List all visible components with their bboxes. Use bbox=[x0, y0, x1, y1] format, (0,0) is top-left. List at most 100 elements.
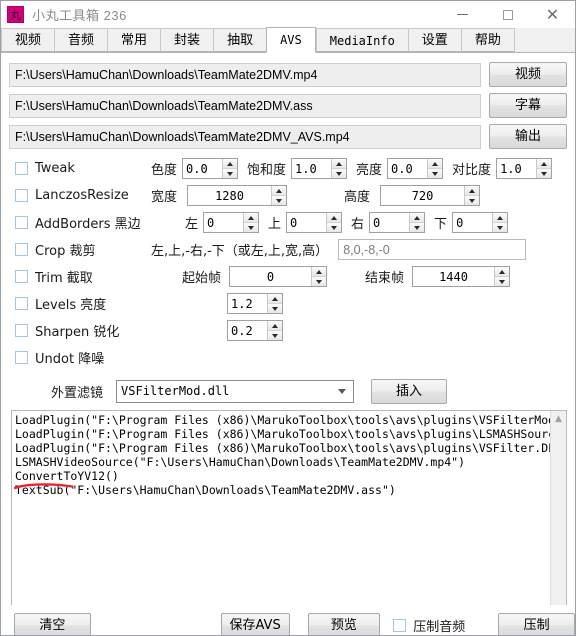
sharpen-spin-buttons[interactable] bbox=[267, 321, 282, 340]
hue-value[interactable]: 0.0 bbox=[183, 159, 223, 178]
brightness-spin-buttons[interactable] bbox=[427, 159, 443, 178]
border-right-spin-buttons[interactable] bbox=[409, 213, 425, 232]
border-bottom-spin-up[interactable] bbox=[493, 213, 508, 223]
brightness-value[interactable]: 0.0 bbox=[388, 159, 428, 178]
tab-extract[interactable]: 抽取 bbox=[213, 28, 267, 52]
border-top-value[interactable]: 0 bbox=[287, 213, 327, 232]
start-frame-spin-buttons[interactable] bbox=[311, 267, 327, 286]
border-right-spin-up[interactable] bbox=[410, 213, 425, 223]
insert-filter-button[interactable]: 插入 bbox=[371, 378, 448, 404]
encode-button[interactable]: 压制 bbox=[498, 612, 575, 635]
external-filter-select[interactable]: VSFilterMod.dll bbox=[116, 379, 355, 403]
border-left-spin-down[interactable] bbox=[244, 223, 259, 232]
crop-checkbox[interactable] bbox=[15, 243, 28, 256]
border-right-value[interactable]: 0 bbox=[370, 213, 410, 232]
width-stepper[interactable]: 1280 bbox=[187, 185, 288, 206]
contrast-spin-up[interactable] bbox=[537, 159, 552, 169]
end-frame-value[interactable]: 1440 bbox=[413, 267, 495, 286]
output-path-input[interactable]: F:\Users\HamuChan\Downloads\TeamMate2DMV… bbox=[9, 124, 481, 149]
contrast-stepper[interactable]: 1.0 bbox=[496, 158, 553, 179]
contrast-spin-buttons[interactable] bbox=[536, 159, 552, 178]
subtitle-path-input[interactable]: F:\Users\HamuChan\Downloads\TeamMate2DMV… bbox=[9, 93, 481, 118]
tab-help[interactable]: 帮助 bbox=[460, 28, 515, 52]
border-left-spin-up[interactable] bbox=[244, 213, 259, 223]
scroll-up-icon[interactable]: ▲ bbox=[551, 411, 566, 427]
levels-spin-down[interactable] bbox=[268, 304, 282, 313]
width-spin-buttons[interactable] bbox=[271, 186, 287, 205]
video-path-input[interactable]: F:\Users\HamuChan\Downloads\TeamMate2DMV… bbox=[9, 62, 481, 87]
height-spin-down[interactable] bbox=[465, 196, 480, 205]
border-top-stepper[interactable]: 0 bbox=[286, 212, 343, 233]
border-bottom-value[interactable]: 0 bbox=[453, 213, 493, 232]
height-spin-buttons[interactable] bbox=[464, 186, 480, 205]
hue-spin-down[interactable] bbox=[223, 169, 238, 178]
start-frame-value[interactable]: 0 bbox=[230, 267, 312, 286]
saturation-spin-down[interactable] bbox=[332, 169, 347, 178]
tab-mux[interactable]: 封装 bbox=[160, 28, 214, 52]
hue-spin-buttons[interactable] bbox=[222, 159, 238, 178]
hue-stepper[interactable]: 0.0 bbox=[182, 158, 239, 179]
crop-input[interactable]: 8,0,-8,-0 bbox=[338, 239, 527, 260]
saturation-value[interactable]: 1.0 bbox=[292, 159, 332, 178]
tweak-checkbox[interactable] bbox=[15, 162, 28, 175]
contrast-value[interactable]: 1.0 bbox=[497, 159, 537, 178]
border-bottom-spin-down[interactable] bbox=[493, 223, 508, 232]
browse-video-button[interactable]: 视频 bbox=[489, 62, 567, 87]
brightness-stepper[interactable]: 0.0 bbox=[387, 158, 444, 179]
border-left-stepper[interactable]: 0 bbox=[203, 212, 260, 233]
end-frame-spin-up[interactable] bbox=[495, 267, 510, 277]
addborders-checkbox[interactable] bbox=[15, 216, 28, 229]
width-spin-down[interactable] bbox=[272, 196, 287, 205]
tab-avs[interactable]: AVS bbox=[266, 27, 316, 53]
height-spin-up[interactable] bbox=[465, 186, 480, 196]
border-bottom-spin-buttons[interactable] bbox=[492, 213, 508, 232]
encode-audio-row[interactable]: 压制音频 bbox=[393, 616, 465, 635]
start-frame-stepper[interactable]: 0 bbox=[229, 266, 328, 287]
avs-script-text[interactable]: LoadPlugin("F:\Program Files (x86)\Maruk… bbox=[12, 411, 550, 621]
border-top-spin-buttons[interactable] bbox=[326, 213, 342, 232]
brightness-spin-down[interactable] bbox=[428, 169, 443, 178]
sharpen-stepper[interactable]: 0.2 bbox=[227, 320, 283, 341]
height-value[interactable]: 720 bbox=[381, 186, 465, 205]
end-frame-stepper[interactable]: 1440 bbox=[412, 266, 511, 287]
width-value[interactable]: 1280 bbox=[188, 186, 272, 205]
border-left-value[interactable]: 0 bbox=[204, 213, 244, 232]
save-avs-button[interactable]: 保存AVS bbox=[220, 612, 290, 635]
levels-checkbox[interactable] bbox=[15, 297, 28, 310]
tab-video[interactable]: 视频 bbox=[1, 28, 55, 52]
width-spin-up[interactable] bbox=[272, 186, 287, 196]
hue-spin-up[interactable] bbox=[223, 159, 238, 169]
border-top-spin-up[interactable] bbox=[327, 213, 342, 223]
saturation-spin-buttons[interactable] bbox=[331, 159, 347, 178]
browse-output-button[interactable]: 输出 bbox=[489, 124, 567, 149]
sharpen-spin-down[interactable] bbox=[268, 331, 282, 340]
border-left-spin-buttons[interactable] bbox=[243, 213, 259, 232]
undot-checkbox[interactable] bbox=[15, 351, 28, 364]
brightness-spin-up[interactable] bbox=[428, 159, 443, 169]
browse-subtitle-button[interactable]: 字幕 bbox=[489, 93, 567, 118]
levels-stepper[interactable]: 1.2 bbox=[227, 293, 283, 314]
border-right-stepper[interactable]: 0 bbox=[369, 212, 426, 233]
tab-mediainfo[interactable]: MediaInfo bbox=[315, 28, 408, 52]
avs-script-area[interactable]: LoadPlugin("F:\Program Files (x86)\Maruk… bbox=[11, 410, 567, 622]
tab-settings[interactable]: 设置 bbox=[407, 28, 461, 52]
saturation-stepper[interactable]: 1.0 bbox=[291, 158, 348, 179]
saturation-spin-up[interactable] bbox=[332, 159, 347, 169]
close-button[interactable]: ✕ bbox=[530, 1, 575, 28]
clear-button[interactable]: 清空 bbox=[14, 612, 91, 635]
sharpen-checkbox[interactable] bbox=[15, 324, 28, 337]
encode-audio-checkbox[interactable] bbox=[393, 618, 407, 632]
contrast-spin-down[interactable] bbox=[537, 169, 552, 178]
script-scrollbar[interactable]: ▲ ▼ bbox=[550, 411, 566, 621]
sharpen-value[interactable]: 0.2 bbox=[228, 321, 267, 340]
maximize-button[interactable] bbox=[485, 1, 530, 28]
levels-spin-up[interactable] bbox=[268, 294, 282, 304]
border-bottom-stepper[interactable]: 0 bbox=[452, 212, 509, 233]
start-frame-spin-down[interactable] bbox=[312, 277, 327, 286]
preview-button[interactable]: 预览 bbox=[307, 612, 381, 635]
sharpen-spin-up[interactable] bbox=[268, 321, 282, 331]
levels-spin-buttons[interactable] bbox=[267, 294, 282, 313]
lanczos-checkbox[interactable] bbox=[15, 189, 28, 202]
trim-checkbox[interactable] bbox=[15, 270, 28, 283]
end-frame-spin-buttons[interactable] bbox=[494, 267, 510, 286]
